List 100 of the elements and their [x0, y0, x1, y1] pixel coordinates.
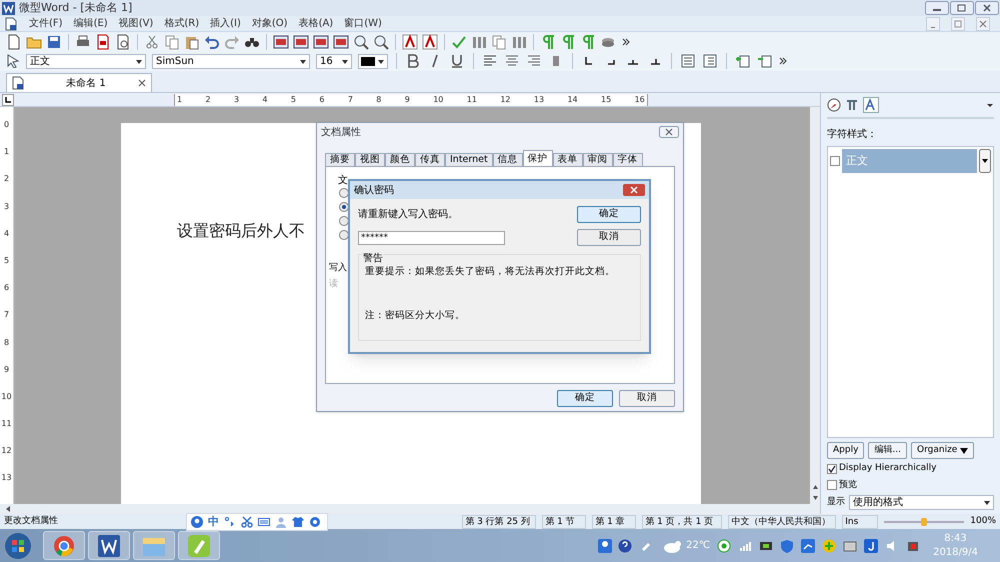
- compass-icon[interactable]: [827, 98, 841, 112]
- color-picker[interactable]: [358, 54, 388, 68]
- menu-item[interactable]: 对象(O): [252, 16, 288, 31]
- keyboard-icon[interactable]: [258, 516, 270, 528]
- checkbox[interactable]: [827, 464, 837, 474]
- undo-icon[interactable]: [204, 34, 220, 50]
- magnifier-icon[interactable]: [373, 34, 389, 50]
- menu-item[interactable]: 格式(R): [164, 16, 200, 31]
- pdf-icon[interactable]: [95, 34, 111, 50]
- checkbox[interactable]: [827, 480, 837, 490]
- dialog-button[interactable]: 确定: [557, 390, 613, 407]
- indent-icon[interactable]: [735, 53, 751, 69]
- tab[interactable]: 保护: [522, 150, 553, 166]
- dialog-button[interactable]: 确定: [577, 206, 641, 223]
- slider-thumb[interactable]: [921, 518, 928, 526]
- copy-icon[interactable]: [164, 34, 180, 50]
- start-button[interactable]: [4, 532, 32, 560]
- tab[interactable]: 摘要: [325, 153, 355, 166]
- styles-icon[interactable]: [845, 98, 859, 112]
- font-dropdown[interactable]: SimSun: [152, 54, 310, 68]
- drive-icon[interactable]: [843, 538, 858, 552]
- tab[interactable]: 表单: [552, 153, 583, 166]
- shirt-icon[interactable]: [292, 516, 304, 528]
- magnifier-icon[interactable]: [353, 34, 369, 50]
- radio-button[interactable]: [339, 202, 349, 212]
- numbered-list-icon[interactable]: [702, 53, 718, 69]
- panel-button[interactable]: Apply: [827, 442, 864, 459]
- checkbox[interactable]: [830, 156, 840, 166]
- layout-icon[interactable]: [293, 34, 309, 50]
- dialog-button[interactable]: 取消: [577, 229, 641, 246]
- bold-icon[interactable]: [405, 53, 421, 69]
- radio-button[interactable]: [339, 216, 349, 226]
- menu-item[interactable]: 窗口(W): [344, 16, 382, 31]
- menu-item[interactable]: 视图(V): [118, 16, 154, 31]
- font-styles-icon[interactable]: [863, 97, 879, 113]
- save-icon[interactable]: [46, 34, 62, 50]
- font-size-dropdown[interactable]: 16: [316, 54, 352, 68]
- tab[interactable]: 审阅: [582, 153, 613, 166]
- document-text: 设置密码后外人不: [177, 220, 305, 242]
- style-dropdown[interactable]: 正文: [26, 54, 146, 68]
- close-icon[interactable]: [975, 1, 999, 15]
- radio-button[interactable]: [339, 188, 349, 198]
- hook-icon[interactable]: [864, 538, 878, 552]
- layout-icon[interactable]: [313, 34, 329, 50]
- scissors-icon[interactable]: [144, 34, 160, 50]
- tab[interactable]: 信息: [492, 153, 523, 166]
- check-icon: [828, 464, 836, 473]
- status-field: 第 1 节: [542, 514, 586, 528]
- status-field: 第 3 行第 25 列: [462, 514, 536, 528]
- document-tab[interactable]: 未命名 1: [6, 73, 152, 92]
- field-label: 显示: [827, 496, 845, 509]
- menu-item[interactable]: 插入(I): [210, 16, 241, 31]
- pilcrow-icon[interactable]: [540, 34, 556, 50]
- dialog-button[interactable]: 取消: [619, 390, 675, 407]
- ime-mode[interactable]: 中: [208, 514, 219, 530]
- pilcrow-icon[interactable]: [560, 34, 576, 50]
- more-icon[interactable]: [779, 57, 787, 65]
- menu-item[interactable]: 表格(A): [298, 16, 334, 31]
- layout-icon[interactable]: [273, 34, 289, 50]
- dialog-title: 确认密码: [354, 184, 394, 198]
- dropdown-arrow-icon[interactable]: [986, 101, 994, 109]
- field-label: 读: [329, 278, 338, 291]
- panel-button[interactable]: Organize: [911, 442, 974, 459]
- panel-button[interactable]: 编辑...: [868, 442, 908, 459]
- preview-icon[interactable]: [115, 34, 131, 50]
- punctuation-icon[interactable]: [224, 516, 236, 528]
- close-icon[interactable]: [659, 126, 679, 138]
- bullet-list-icon[interactable]: [680, 53, 696, 69]
- scroll-down-icon[interactable]: [810, 493, 820, 502]
- tab-left-icon: [4, 96, 12, 104]
- tab[interactable]: Internet: [445, 153, 493, 166]
- password-field[interactable]: ******: [358, 231, 505, 245]
- text-color-icon[interactable]: [422, 34, 438, 50]
- note-text: 注：密码区分大小写。: [365, 309, 466, 324]
- circle-icon[interactable]: [717, 538, 732, 552]
- text-color-icon[interactable]: [402, 34, 418, 50]
- layout-icon[interactable]: [333, 34, 349, 50]
- pointer-icon[interactable]: [6, 54, 20, 68]
- close-icon[interactable]: [137, 78, 147, 88]
- restore-icon[interactable]: [950, 1, 974, 15]
- menu-item[interactable]: 文件(F): [29, 16, 63, 31]
- tab[interactable]: 传真: [415, 153, 445, 166]
- minimize-icon[interactable]: [925, 1, 949, 15]
- show-dropdown[interactable]: 使用的格式: [849, 495, 994, 510]
- tab[interactable]: 颜色: [385, 153, 415, 166]
- radio-button[interactable]: [339, 230, 349, 240]
- menu-item[interactable]: 编辑(E): [74, 16, 108, 31]
- scissors-icon[interactable]: [241, 516, 253, 528]
- underline-icon[interactable]: [449, 53, 465, 69]
- scroll-up-icon[interactable]: [810, 483, 820, 492]
- document-icon: [11, 76, 25, 90]
- more-icon[interactable]: [622, 38, 630, 46]
- document-icon: [4, 16, 18, 30]
- spellcheck-icon[interactable]: [451, 34, 467, 50]
- tab[interactable]: 字体: [612, 153, 643, 166]
- help-icon[interactable]: [618, 538, 632, 552]
- outdent-icon[interactable]: [757, 53, 773, 69]
- tab-stop-selector[interactable]: [2, 94, 14, 106]
- close-icon[interactable]: [623, 184, 645, 196]
- tab[interactable]: 视图: [355, 153, 385, 166]
